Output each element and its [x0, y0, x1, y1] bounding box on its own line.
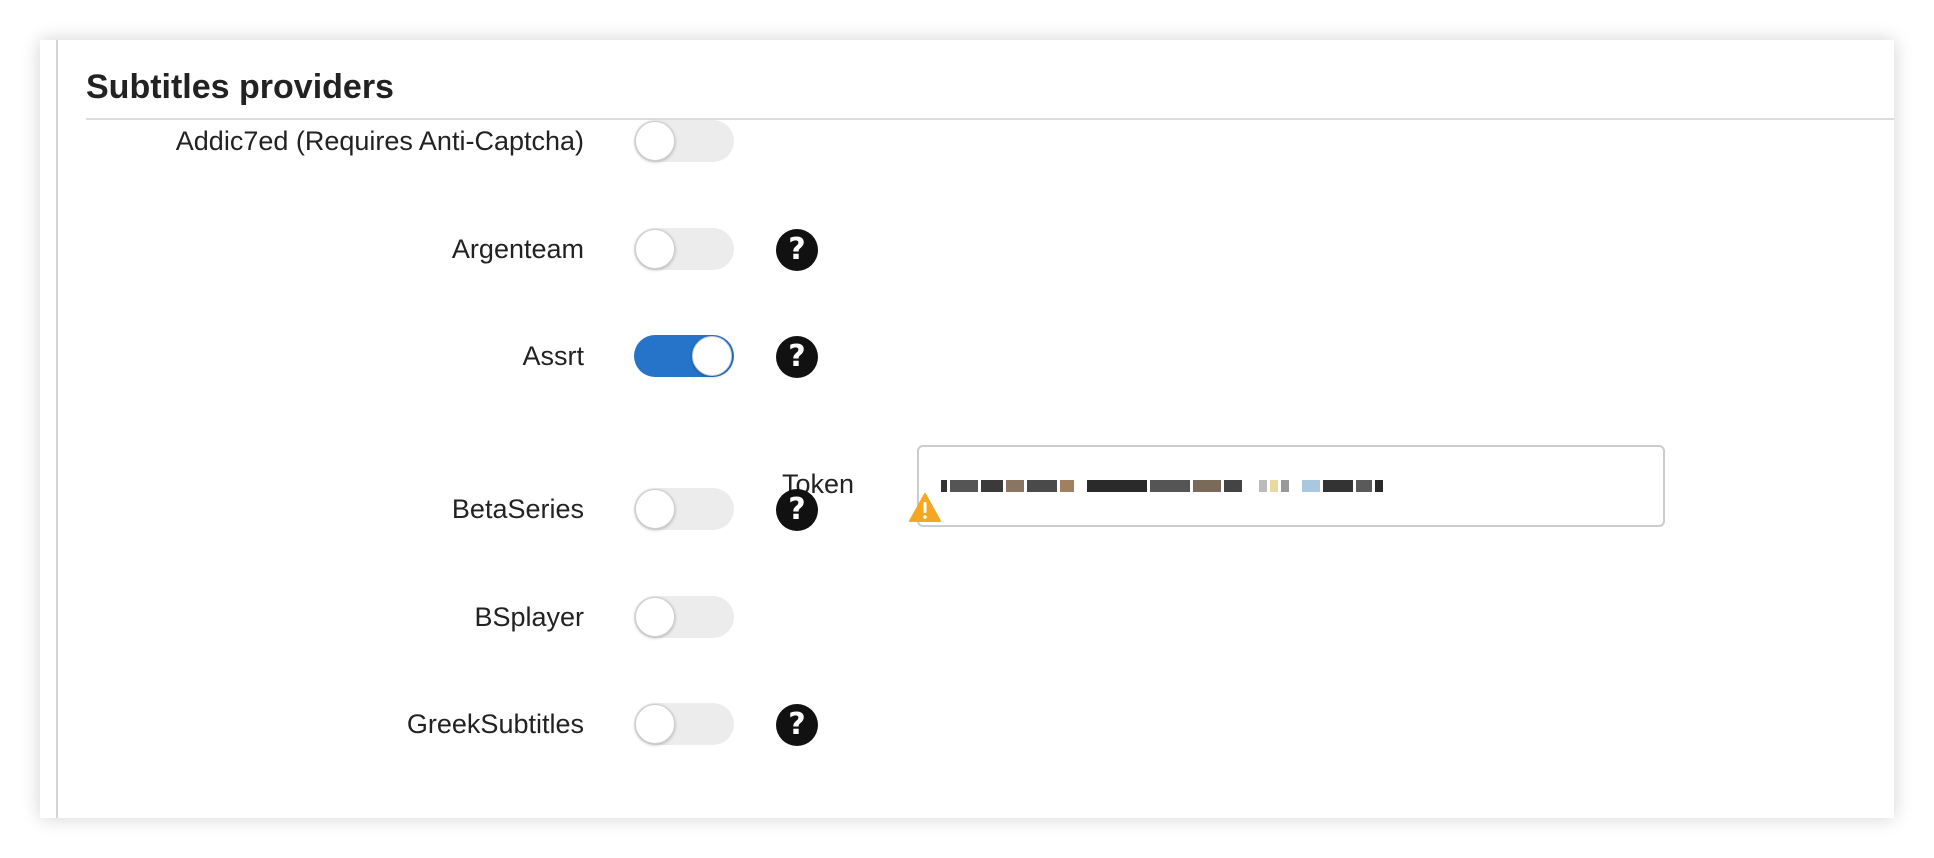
question-circle-icon[interactable]: ?	[776, 489, 818, 531]
provider-toggle-greeksubtitles[interactable]	[634, 703, 734, 745]
provider-toggle-assrt[interactable]	[634, 335, 734, 377]
provider-row-greeksubtitles: GreekSubtitles ?	[40, 695, 1894, 755]
provider-label: Assrt	[522, 341, 584, 371]
question-circle-icon[interactable]: ?	[776, 336, 818, 378]
toggle-knob	[635, 121, 675, 161]
toggle-knob	[635, 489, 675, 529]
toggle-knob	[635, 229, 675, 269]
question-circle-icon[interactable]: ?	[776, 704, 818, 746]
provider-label: BSplayer	[474, 602, 584, 632]
section-title: Subtitles providers	[86, 68, 394, 106]
provider-toggle-argenteam[interactable]	[634, 228, 734, 270]
subtitles-providers-panel: Subtitles providers Addic7ed (Requires A…	[40, 40, 1894, 818]
toggle-knob	[635, 704, 675, 744]
provider-label: GreekSubtitles	[406, 709, 584, 739]
provider-label: Addic7ed (Requires Anti-Captcha)	[175, 126, 584, 156]
provider-label: BetaSeries	[451, 494, 584, 524]
question-circle-icon[interactable]: ?	[776, 229, 818, 271]
provider-toggle-addic7ed[interactable]	[634, 120, 734, 162]
provider-row-addic7ed: Addic7ed (Requires Anti-Captcha)	[40, 112, 1894, 172]
warning-triangle-icon[interactable]	[908, 492, 942, 524]
provider-row-bsplayer: BSplayer	[40, 588, 1894, 648]
provider-toggle-bsplayer[interactable]	[634, 596, 734, 638]
settings-stage: Subtitles providers Addic7ed (Requires A…	[0, 0, 1934, 858]
provider-toggle-betaseries[interactable]	[634, 488, 734, 530]
provider-row-betaseries: BetaSeries ?	[40, 480, 1894, 540]
toggle-knob	[692, 336, 732, 376]
toggle-knob	[635, 597, 675, 637]
provider-label: Argenteam	[451, 234, 584, 264]
provider-row-assrt: Assrt ?	[40, 327, 1894, 387]
provider-row-argenteam: Argenteam ?	[40, 220, 1894, 280]
